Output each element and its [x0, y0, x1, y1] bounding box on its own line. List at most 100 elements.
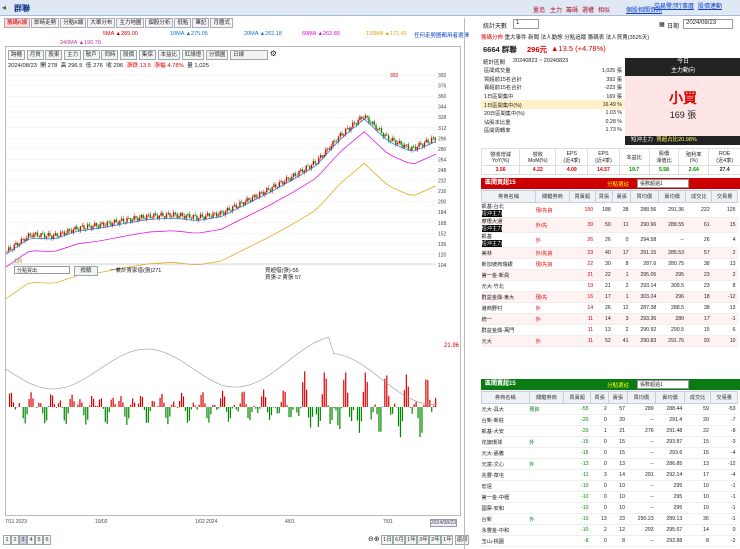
- table-row[interactable]: 美林 外/先資 23 40 17 291.15 285.53 57 2: [481, 247, 738, 259]
- col-header[interactable]: 買張: [594, 190, 614, 203]
- gear-icon[interactable]: ⚙: [270, 49, 277, 58]
- buy-filter-select[interactable]: 張數超過1: [637, 179, 689, 188]
- col-header[interactable]: 賣均價: [657, 190, 687, 203]
- table-row[interactable]: 元大外 11 52 41 290.83 291.76 93 10: [481, 335, 738, 347]
- window-icon[interactable]: ◂: [2, 3, 6, 12]
- rp-tab-3[interactable]: 法人動態: [541, 35, 563, 41]
- tab-branch[interactable]: 分點K線: [60, 18, 87, 28]
- rp-tab-2[interactable]: 新聞: [528, 35, 539, 41]
- link-3[interactable]: 選權: [582, 5, 594, 14]
- page-3[interactable]: 3: [19, 535, 27, 545]
- table-row[interactable]: 永豐金-中和 -10 2 12 293 295.67 14 0: [481, 524, 738, 536]
- count-select[interactable]: 1: [513, 19, 539, 29]
- tab-map[interactable]: 主力地圖: [116, 18, 145, 28]
- col-header[interactable]: 關鍵券商: [528, 391, 565, 404]
- range-2[interactable]: 1年: [405, 535, 418, 545]
- ctb-1[interactable]: 月質: [26, 50, 44, 60]
- page-6[interactable]: 6: [43, 535, 51, 545]
- col-header[interactable]: 賣張: [608, 391, 628, 404]
- range-3[interactable]: 3年: [417, 535, 430, 545]
- tab-analysis[interactable]: 個股分析: [145, 18, 174, 28]
- page-2[interactable]: 2: [11, 535, 19, 545]
- col-header[interactable]: 成交比: [685, 190, 713, 203]
- link-4[interactable]: 相似: [598, 5, 610, 14]
- table-row[interactable]: 元大-嘉義 -15 0 15 -- 293.6 15 -4: [481, 447, 738, 459]
- tab-kline[interactable]: 籌碼K線: [4, 18, 31, 28]
- col-header[interactable]: 成交比: [683, 391, 712, 404]
- table-row[interactable]: 群益金鼎-東大 現/先 16 17 1 303.24 296 18 -12: [481, 291, 738, 303]
- table-row[interactable]: 凱基 短沖主力外 26 26 0 294.58 -- 26 4: [481, 232, 738, 248]
- col-header[interactable]: 賣張: [612, 190, 631, 203]
- table-row[interactable]: 台新外 -10 13 23 290.23 289.13 36 -1: [481, 513, 738, 525]
- ma-hint[interactable]: 任何走勢圖都用者選擇: [414, 31, 469, 39]
- calendar-link[interactable]: 行事曆: [676, 1, 694, 10]
- ctb-9[interactable]: 紅綠燈: [181, 50, 205, 60]
- range-4[interactable]: 2年: [429, 535, 442, 545]
- table-row[interactable]: 宏遠 -10 0 10 -- 295 10 -1: [481, 480, 738, 492]
- table-row[interactable]: 港商野村外 14 26 12 287.38 288.5 38 13: [481, 302, 738, 314]
- rp-tab-5[interactable]: 籌碼表: [588, 35, 605, 41]
- tab-intraday[interactable]: 即時走勢: [31, 18, 60, 28]
- date-field[interactable]: 2024/08/23: [683, 19, 733, 29]
- range-5[interactable]: 1年: [441, 535, 454, 545]
- link-1[interactable]: 主力: [550, 5, 562, 14]
- table-row[interactable]: 統一外 11 14 3 293.36 280 17 -1: [481, 313, 738, 325]
- zoom-in-icon[interactable]: ⊕: [374, 536, 380, 543]
- table-row[interactable]: 新加坡商瑞銀 現/先資 22 30 8 287.6 280.75 38 13: [481, 258, 738, 270]
- page-4[interactable]: 4: [27, 535, 35, 545]
- table-row[interactable]: 元富-文心外 -13 0 13 -- 286.85 13 -12: [481, 458, 738, 470]
- rp-tab-0[interactable]: 籌碼分佈: [481, 35, 503, 41]
- range-1[interactable]: 6月: [393, 535, 406, 545]
- price-chart[interactable]: 392 376 360 344 328 312 296 280 264 248 232 216 200 1…: [6, 69, 460, 493]
- ctb-0[interactable]: 跨櫃: [8, 50, 26, 60]
- table-row[interactable]: 元大-具大 現資 -55 2 57 289 288.44 59 -53: [481, 403, 738, 415]
- col-header[interactable]: 關鍵券商: [535, 190, 570, 203]
- col-header[interactable]: 交易量: [711, 190, 738, 203]
- table-row[interactable]: 第一金-中壢 -10 0 10 -- 295 10 -1: [481, 491, 738, 503]
- col-header[interactable]: 買賣超: [568, 190, 596, 203]
- indicator-select[interactable]: 分點買出: [14, 266, 70, 274]
- tab-bigorder[interactable]: 大單分布: [87, 18, 116, 28]
- warning-link[interactable]: 交易警示: [654, 1, 678, 10]
- ctb-2[interactable]: 股東: [45, 50, 63, 60]
- col-header[interactable]: 賣均價: [655, 391, 685, 404]
- table-row[interactable]: 花旗環球外 -15 0 15 -- 293.87 15 -3: [481, 436, 738, 448]
- col-header[interactable]: 買賣超: [563, 391, 591, 404]
- linked-link[interactable]: 股價連動: [698, 1, 722, 10]
- col-header[interactable]: 買張: [589, 391, 610, 404]
- ctb-4[interactable]: 散戶: [82, 50, 100, 60]
- ctb-5[interactable]: 同時: [101, 50, 119, 60]
- link-2[interactable]: 籌碼: [566, 5, 578, 14]
- rp-tab-4[interactable]: 分點追蹤: [564, 35, 586, 41]
- tab-calendar[interactable]: 月曆式: [210, 18, 233, 28]
- col-header[interactable]: 券商名稱: [481, 190, 537, 203]
- tab-low[interactable]: 低點: [174, 18, 192, 28]
- table-row[interactable]: 玉山-桃園 -8 0 8 -- 293.88 8 -2: [481, 535, 738, 547]
- rp-tab-1[interactable]: 重大事件: [505, 35, 527, 41]
- ctb-3[interactable]: 主力: [64, 50, 82, 60]
- tab-note[interactable]: 筆記: [192, 18, 210, 28]
- col-header[interactable]: 買均價: [629, 190, 659, 203]
- ctb-6[interactable]: 股價: [120, 50, 138, 60]
- rp-tab-6[interactable]: 法人買賣(3525天): [606, 35, 649, 41]
- ctb-11[interactable]: 日線: [230, 50, 269, 60]
- col-header[interactable]: 交易量: [710, 391, 738, 404]
- indicator-btn[interactable]: 檢驗: [74, 266, 98, 276]
- range-0[interactable]: 1日: [381, 535, 394, 545]
- table-row[interactable]: 元大-竹北 19 21 2 293.14 309.5 23 8: [481, 280, 738, 292]
- col-header[interactable]: 買均價: [626, 391, 657, 404]
- ctb-10[interactable]: 分價圖: [205, 50, 229, 60]
- ctb-8[interactable]: 本益比: [157, 50, 181, 60]
- table-row[interactable]: 摩根大通 短沖主力 外/先 39 50 11 290.96 288.55 61 15: [481, 217, 738, 233]
- table-row[interactable]: 兆豐-草屯 -11 3 14 291 292.14 17 -4: [481, 469, 738, 481]
- page-5[interactable]: 5: [35, 535, 43, 545]
- table-row[interactable]: 群益金鼎-萬門 11 13 2 290.92 290.5 15 6: [481, 324, 738, 336]
- table-row[interactable]: 國票-安和 -10 0 10 -- 295 10 -1: [481, 502, 738, 514]
- table-row[interactable]: 凱基-台北 短沖主力 現/先資 150 188 38 288.56 291.36 222 125: [481, 202, 738, 218]
- link-0[interactable]: 量追: [533, 5, 545, 14]
- col-header[interactable]: 券商名稱: [481, 391, 530, 404]
- table-row[interactable]: 台新-新莊 -20 0 20 -- 291.4 20 -7: [481, 414, 738, 426]
- ctb-7[interactable]: 集保: [138, 50, 156, 60]
- calendar-icon[interactable]: ▦: [659, 21, 665, 28]
- table-row[interactable]: 凱基-大安 -20 1 21 276 291.48 22 -8: [481, 425, 738, 437]
